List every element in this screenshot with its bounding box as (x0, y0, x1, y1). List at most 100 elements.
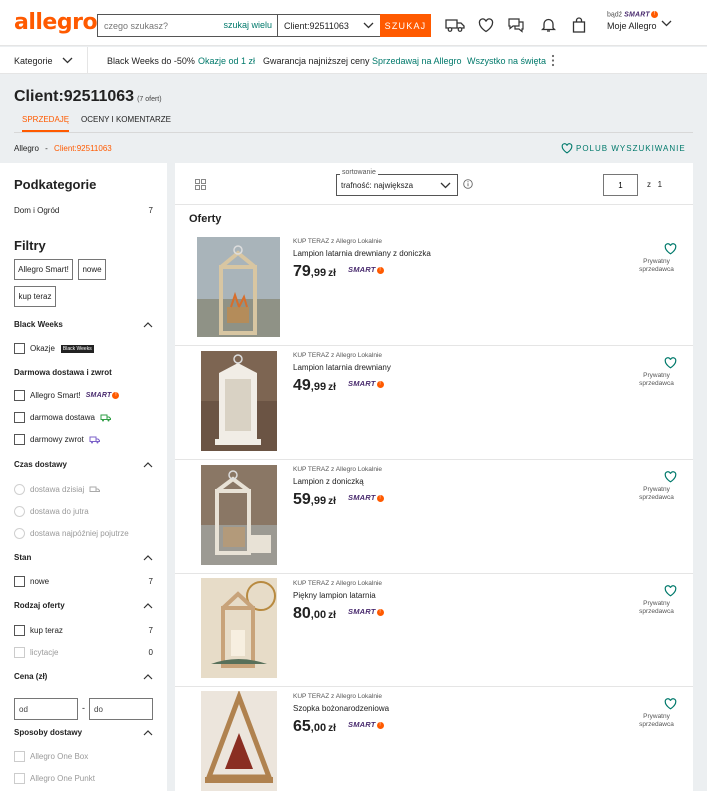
radio[interactable] (14, 506, 25, 517)
seller-type: Prywatny sprzedawca (639, 372, 674, 387)
section-black-weeks[interactable]: Black Weeks (14, 320, 153, 329)
price-to-input[interactable] (89, 698, 153, 720)
bell-icon[interactable] (538, 16, 558, 34)
checkbox[interactable] (14, 625, 25, 636)
filter-allegro-smart[interactable]: Allegro Smart! SMART! (14, 390, 153, 401)
cart-bag-icon[interactable] (569, 16, 589, 34)
offer-image[interactable] (201, 465, 277, 565)
seller-type: Prywatny sprzedawca (639, 600, 674, 615)
subcategory-count: 7 (148, 206, 153, 215)
chevron-down-icon[interactable] (661, 20, 672, 27)
checkbox[interactable] (14, 751, 25, 762)
price-from-input[interactable] (14, 698, 78, 720)
offer-card[interactable]: KUP TERAZ z Allegro Lokalnie Lampion lat… (175, 232, 693, 346)
smart-promo[interactable]: bądź SMART! (607, 11, 658, 18)
price-currency: zł (328, 382, 336, 393)
nav-link-black-weeks[interactable]: Black Weeks do -50% (107, 56, 195, 66)
breadcrumb-current[interactable]: Client:92511063 (54, 144, 112, 153)
offer-title[interactable]: Lampion z doniczką (293, 477, 364, 486)
offer-price: 65,00 zł (293, 718, 336, 736)
breadcrumb-root[interactable]: Allegro (14, 144, 39, 153)
price-int: 49 (293, 377, 311, 394)
radio[interactable] (14, 528, 25, 539)
checkbox[interactable] (14, 412, 25, 423)
offer-card[interactable]: KUP TERAZ z Allegro Lokalnie Piękny lamp… (175, 574, 693, 687)
chip-kup-teraz[interactable]: kup teraz (14, 286, 56, 307)
nav-link-swieta[interactable]: Wszystko na święta (467, 56, 546, 66)
account-menu[interactable]: Moje Allegro (607, 21, 657, 31)
search-category-select[interactable]: Client:92511063 (277, 15, 380, 36)
chevron-up-icon (143, 321, 153, 327)
smart-mark-icon: ! (376, 266, 384, 274)
offer-title[interactable]: Lampion latarnia drewniany (293, 363, 391, 372)
follow-search-button[interactable]: POLUB WYSZUKIWANIE (561, 143, 686, 154)
price-dec: ,00 (310, 609, 327, 621)
chip-allegro-smart[interactable]: Allegro Smart! (14, 259, 73, 280)
checkbox[interactable] (14, 390, 25, 401)
allegro-logo[interactable]: allegro (14, 10, 98, 35)
offer-title[interactable]: Lampion latarnia drewniany z doniczka (293, 249, 431, 258)
section-cena[interactable]: Cena (zł) (14, 672, 153, 681)
filter-licytacje[interactable]: licytacje 0 (14, 647, 153, 658)
filter-dostawa-jutro[interactable]: dostawa do jutra (14, 506, 153, 517)
offer-image[interactable] (201, 691, 277, 791)
page-number-input[interactable] (603, 174, 638, 196)
subcategory-item[interactable]: Dom i Ogród 7 (14, 206, 153, 215)
section-czas-dostawy[interactable]: Czas dostawy (14, 460, 153, 469)
checkbox[interactable] (14, 343, 25, 354)
section-sposoby-dostawy[interactable]: Sposoby dostawy (14, 728, 153, 737)
info-icon[interactable] (463, 179, 473, 189)
offer-subtitle: KUP TERAZ z Allegro Lokalnie (293, 352, 382, 359)
offer-card[interactable]: KUP TERAZ z Allegro Lokalnie Szopka bożo… (175, 687, 693, 791)
filter-dostawa-pojutrze[interactable]: dostawa najpóźniej pojutrze (14, 528, 153, 539)
categories-button[interactable]: Kategorie (0, 47, 88, 74)
search-many-link[interactable]: szukaj wielu (218, 15, 277, 36)
nav-link-sprzedawaj[interactable]: Sprzedawaj na Allegro (372, 56, 462, 66)
radio[interactable] (14, 484, 25, 495)
grid-view-icon[interactable] (195, 179, 206, 190)
heart-icon[interactable] (476, 16, 496, 34)
tab-oceny[interactable]: OCENY I KOMENTARZE (81, 115, 171, 130)
tab-sprzedaje[interactable]: SPRZEDAJĘ (22, 115, 70, 132)
filter-kup-teraz[interactable]: kup teraz 7 (14, 625, 153, 636)
section-title: Cena (zł) (14, 672, 48, 681)
offer-title[interactable]: Piękny lampion latarnia (293, 591, 376, 600)
checkbox[interactable] (14, 434, 25, 445)
nav-link-okazje[interactable]: Okazje od 1 zł (198, 56, 255, 66)
section-stan[interactable]: Stan (14, 553, 153, 562)
offer-card[interactable]: KUP TERAZ z Allegro Lokalnie Lampion z d… (175, 460, 693, 574)
delivery-truck-icon[interactable] (445, 16, 465, 34)
section-rodzaj-oferty[interactable]: Rodzaj oferty (14, 601, 153, 610)
filter-nowe[interactable]: nowe 7 (14, 576, 153, 587)
filter-darmowy-zwrot[interactable]: darmowy zwrot (14, 434, 153, 445)
offer-title[interactable]: Szopka bożonarodzeniowa (293, 704, 389, 713)
offer-image[interactable] (197, 237, 280, 337)
nav-link-gwarancja[interactable]: Gwarancja najniższej ceny (263, 56, 370, 66)
checkbox[interactable] (14, 647, 25, 658)
favorite-heart-icon[interactable] (664, 585, 677, 597)
favorite-heart-icon[interactable] (664, 471, 677, 483)
filter-one-box[interactable]: Allegro One Box (14, 751, 153, 762)
filter-okazje[interactable]: Okazje Black Weeks (14, 343, 153, 354)
favorite-heart-icon[interactable] (664, 698, 677, 710)
messages-icon[interactable] (506, 16, 526, 34)
filter-one-punkt[interactable]: Allegro One Punkt (14, 773, 153, 784)
checkbox[interactable] (14, 576, 25, 587)
offer-price: 49,99 zł (293, 377, 336, 395)
search-input[interactable] (98, 15, 219, 36)
offer-image[interactable] (201, 351, 277, 451)
sort-select[interactable]: trafność: największa (336, 174, 458, 196)
green-truck-icon (100, 414, 111, 421)
search-button[interactable]: SZUKAJ (380, 14, 431, 37)
filter-dostawa-dzisiaj[interactable]: dostawa dzisiaj (14, 484, 153, 495)
offer-card[interactable]: KUP TERAZ z Allegro Lokalnie Lampion lat… (175, 346, 693, 460)
checkbox[interactable] (14, 773, 25, 784)
favorite-heart-icon[interactable] (664, 357, 677, 369)
more-vertical-icon[interactable] (551, 54, 555, 67)
chip-nowe[interactable]: nowe (78, 259, 106, 280)
favorite-heart-icon[interactable] (664, 243, 677, 255)
categories-label: Kategorie (14, 55, 53, 66)
filter-darmowa-dostawa[interactable]: darmowa dostawa (14, 412, 153, 423)
offer-image[interactable] (201, 578, 277, 678)
smart-mark-icon: ! (112, 392, 120, 399)
